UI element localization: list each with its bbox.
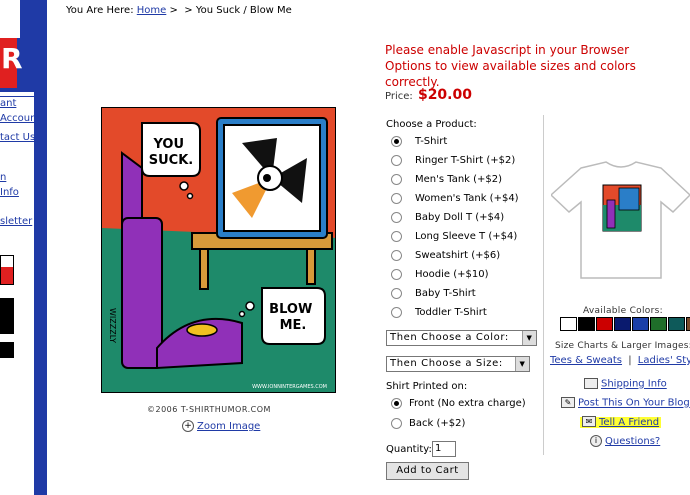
radio-button[interactable] [391, 418, 402, 429]
color-swatch[interactable] [560, 317, 577, 331]
size-select-text: Then Choose a Size: [390, 358, 503, 369]
size-chart-links: Tees & Sweats | Ladies' Style [550, 355, 690, 366]
color-swatch[interactable] [686, 317, 690, 331]
price: Price: $20.00 [385, 87, 472, 103]
copyright-text: ©2006 T-SHIRTHUMOR.COM [147, 405, 271, 414]
ladies-style-link[interactable]: Ladies' Style [638, 355, 690, 366]
info-icon: i [590, 435, 602, 447]
color-swatch[interactable] [614, 317, 631, 331]
product-option-label: Men's Tank (+$2) [415, 174, 503, 185]
available-colors-label: Available Colors: [583, 306, 663, 316]
pencil-icon: ✎ [561, 397, 575, 408]
left-sidebar: R ant Account tact Us n Info sletter [0, 0, 47, 495]
link-separator: | [628, 355, 632, 366]
sidebar-link-4[interactable]: n [0, 172, 6, 183]
tees-sweats-link[interactable]: Tees & Sweats [550, 355, 622, 366]
radio-button[interactable] [391, 193, 402, 204]
printed-on-label: Shirt Printed on: [386, 381, 468, 392]
shipping-info-link[interactable]: Shipping Info [601, 379, 667, 390]
color-swatches [560, 317, 690, 331]
zoom-image-link[interactable]: Zoom Image [197, 421, 260, 432]
product-option-label: Ringer T-Shirt (+$2) [415, 155, 516, 166]
radio-button[interactable] [391, 155, 402, 166]
comic-illustration: YOU SUCK. BLOW ME. WIZZZLY WWW.IONNINTER… [102, 108, 335, 392]
sidebar-link-contact[interactable]: tact Us [0, 132, 35, 143]
color-swatch[interactable] [668, 317, 685, 331]
tell-friend[interactable]: ✉ Tell A Friend [580, 416, 662, 428]
product-option-label: Sweatshirt (+$6) [415, 250, 501, 261]
column-divider [543, 115, 544, 455]
radio-button[interactable] [391, 269, 402, 280]
product-option-label: Baby Doll T (+$4) [415, 212, 505, 223]
choose-product-label: Choose a Product: [386, 119, 477, 130]
magnifier-icon: + [182, 420, 194, 432]
breadcrumb-home[interactable]: Home [137, 5, 167, 16]
javascript-warning: Please enable Javascript in your Browser… [385, 43, 636, 89]
sidebar-badge-3[interactable] [0, 342, 14, 358]
post-blog-link[interactable]: Post This On Your Blog [578, 398, 690, 409]
envelope-icon: ✉ [582, 416, 596, 427]
color-select-text: Then Choose a Color: [390, 332, 509, 343]
sidebar-link-newsletter[interactable]: sletter [0, 216, 32, 227]
radio-button[interactable] [391, 307, 402, 318]
questions[interactable]: i Questions? [590, 435, 660, 447]
breadcrumb-sep: > [184, 5, 193, 16]
product-image[interactable]: YOU SUCK. BLOW ME. WIZZZLY WWW.IONNINTER… [101, 107, 336, 393]
product-option-label: Long Sleeve T (+$4) [415, 231, 518, 242]
radio-button[interactable] [391, 212, 402, 223]
sidebar-link-1[interactable]: ant [0, 98, 16, 109]
radio-button[interactable] [391, 231, 402, 242]
printed-option-label: Front (No extra charge) [409, 398, 526, 409]
post-blog[interactable]: ✎ Post This On Your Blog [561, 397, 690, 409]
radio-button[interactable] [391, 174, 402, 185]
sidebar-link-info[interactable]: Info [0, 187, 19, 198]
breadcrumb-prefix: You Are Here: [66, 5, 134, 16]
radio-button[interactable] [391, 288, 402, 299]
product-option-label: Toddler T-Shirt [415, 307, 487, 318]
color-swatch[interactable] [578, 317, 595, 331]
site-logo-letter: R [1, 42, 23, 75]
size-charts-label: Size Charts & Larger Images: [555, 341, 690, 351]
sidebar-badge-2[interactable] [0, 298, 14, 334]
breadcrumb-current: You Suck / Blow Me [195, 5, 292, 16]
quantity-label: Quantity: [386, 444, 432, 455]
price-label: Price: [385, 91, 413, 102]
shirt-thumbnail[interactable] [549, 160, 690, 280]
comic-signature: WIZZZLY [108, 308, 117, 343]
price-value: $20.00 [417, 87, 472, 103]
color-swatch[interactable] [650, 317, 667, 331]
color-select[interactable]: Then Choose a Color: ▼ [386, 330, 537, 346]
radio-button[interactable] [391, 398, 402, 409]
product-option-label: T-Shirt [415, 136, 448, 147]
zoom-image[interactable]: + Zoom Image [182, 420, 260, 432]
size-select[interactable]: Then Choose a Size: ▼ [386, 356, 530, 372]
shipping-info[interactable]: Shipping Info [584, 378, 667, 390]
sidebar-link-account[interactable]: Account [0, 113, 40, 124]
sidebar-badge-1[interactable] [0, 255, 14, 285]
comic-site-small: WWW.IONNINTERGAMES.COM [252, 384, 327, 390]
radio-button[interactable] [391, 250, 402, 261]
color-swatch[interactable] [632, 317, 649, 331]
breadcrumb-sep: > [169, 5, 178, 16]
package-icon [584, 378, 598, 389]
quantity-input[interactable]: 1 [432, 441, 456, 457]
product-option-label: Baby T-Shirt [415, 288, 476, 299]
add-to-cart-button[interactable]: Add to Cart [386, 462, 469, 480]
product-option-label: Women's Tank (+$4) [415, 193, 519, 204]
sidebar-divider [0, 96, 34, 97]
product-option-label: Hoodie (+$10) [415, 269, 489, 280]
color-swatch[interactable] [596, 317, 613, 331]
comic-bubble-1-text: YOU SUCK. [149, 137, 193, 168]
questions-link[interactable]: Questions? [605, 436, 660, 447]
radio-button[interactable] [391, 136, 402, 147]
breadcrumb: You Are Here: Home > > You Suck / Blow M… [66, 5, 292, 16]
tell-friend-link[interactable]: Tell A Friend [599, 417, 659, 428]
tshirt-icon [549, 161, 690, 279]
printed-option-label: Back (+$2) [409, 418, 466, 429]
chevron-down-icon: ▼ [522, 331, 536, 345]
chevron-down-icon: ▼ [515, 357, 529, 371]
